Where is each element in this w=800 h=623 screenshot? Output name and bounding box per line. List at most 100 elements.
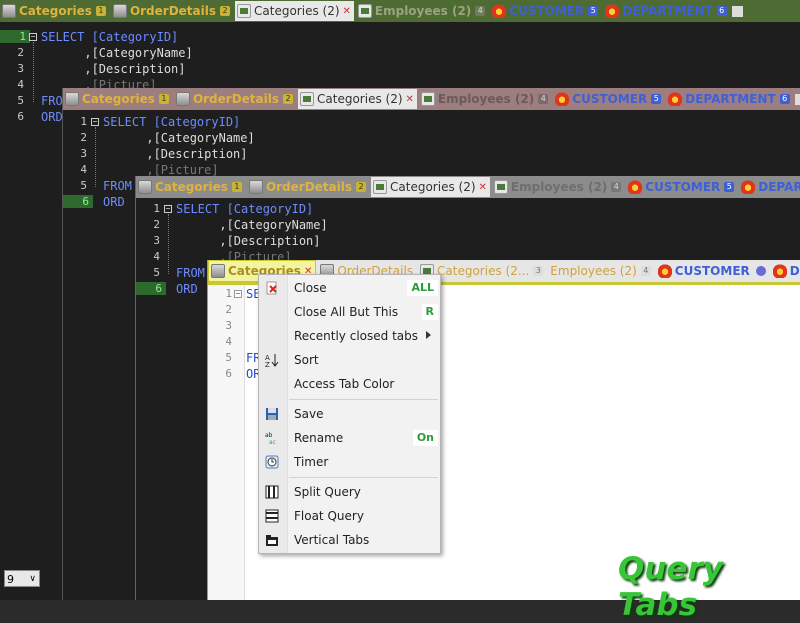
save-icon bbox=[265, 407, 279, 421]
menu-separator bbox=[289, 399, 438, 400]
sqlite-icon bbox=[493, 180, 508, 194]
tab-employees-2[interactable]: Employees (2) 4 bbox=[356, 1, 488, 21]
code-line: FROM bbox=[176, 266, 205, 280]
tab-department[interactable]: D bbox=[771, 261, 800, 281]
firebird-icon bbox=[605, 4, 620, 18]
menu-separator bbox=[289, 477, 438, 478]
line-gutter: 1 2 3 4 5 6 bbox=[63, 113, 93, 600]
menu-item-close[interactable]: Close ALL bbox=[259, 277, 440, 299]
line-gutter: 1 2 3 4 5 6 bbox=[0, 28, 30, 600]
sqlite-icon bbox=[237, 4, 252, 18]
menu-item-rename[interactable]: ab ac Rename On bbox=[259, 427, 440, 449]
tab-employees-2[interactable]: Employees (2) 4 bbox=[492, 177, 624, 197]
firebird-icon bbox=[555, 92, 570, 106]
firebird-icon bbox=[492, 4, 507, 18]
tab-categories[interactable]: Categories 1 bbox=[0, 1, 109, 21]
chevron-down-icon: ∨ bbox=[29, 574, 36, 584]
tab-categories-2[interactable]: Categories (2) ✕ bbox=[235, 1, 354, 21]
database-icon bbox=[248, 180, 263, 194]
code-line: SELECT [CategoryID] bbox=[41, 30, 179, 44]
sqlite-icon bbox=[420, 92, 435, 106]
tab-color-dot bbox=[755, 266, 766, 276]
database-icon bbox=[2, 4, 16, 18]
tab-categories-2[interactable]: Categories (2) ✕ bbox=[371, 177, 490, 197]
tab-categories-2[interactable]: Categories (2) ✕ bbox=[298, 89, 417, 109]
submenu-arrow-icon bbox=[426, 331, 431, 339]
float-icon bbox=[265, 509, 279, 523]
code-line: SELECT [CategoryID] bbox=[176, 202, 314, 216]
tab-customer[interactable]: CUSTOMER bbox=[656, 261, 769, 281]
fold-toggle-icon[interactable]: − bbox=[234, 290, 242, 298]
tab-orderdetails[interactable]: OrderDetails 2 bbox=[111, 1, 233, 21]
fold-toggle-icon[interactable]: − bbox=[91, 118, 99, 126]
tab-department[interactable]: DEPARTMENT bbox=[739, 177, 800, 197]
tab-bar: Categories 1 OrderDetails 2 Categories (2)… bbox=[136, 176, 800, 198]
menu-item-timer[interactable]: Timer bbox=[259, 451, 440, 473]
code-line: ,[Description] bbox=[103, 147, 248, 161]
menu-item-access-tab-color[interactable]: Access Tab Color bbox=[259, 373, 440, 395]
tab-department[interactable]: DEPARTMENT 6 bbox=[666, 89, 800, 109]
code-line: SELECT [CategoryID] bbox=[103, 115, 241, 129]
tab-department[interactable]: DEPARTMENT 6 bbox=[603, 1, 745, 21]
code-line: ,[CategoryName] bbox=[41, 46, 193, 60]
fold-toggle-icon[interactable]: − bbox=[29, 33, 37, 41]
line-gutter: 1 2 3 4 5 6 bbox=[136, 200, 166, 600]
rename-icon: ab ac bbox=[265, 431, 279, 446]
tab-orderdetails[interactable]: OrderDetails 2 bbox=[174, 89, 296, 109]
svg-text:Z: Z bbox=[265, 361, 270, 367]
menu-item-recently-closed-tabs[interactable]: Recently closed tabs bbox=[259, 325, 440, 347]
tab-context-menu: Close ALL Close All But This R Recently … bbox=[258, 274, 441, 554]
code-line: ,[Description] bbox=[41, 62, 186, 76]
close-icon[interactable]: ✕ bbox=[479, 182, 487, 193]
close-tab-icon bbox=[265, 281, 279, 295]
firebird-icon bbox=[741, 180, 756, 194]
menu-item-save[interactable]: Save bbox=[259, 403, 440, 425]
tab-orderdetails[interactable]: OrderDetails 2 bbox=[247, 177, 369, 197]
tab-customer[interactable]: CUSTOMER 5 bbox=[490, 1, 601, 21]
tab-employees-2[interactable]: Employees (2) 4 bbox=[548, 261, 654, 281]
code-line: FROM bbox=[103, 179, 132, 193]
product-logo-text: Query Tabs bbox=[618, 551, 723, 623]
code-line: ,[Description] bbox=[176, 234, 321, 248]
tab-employees-2[interactable]: Employees (2) 4 bbox=[419, 89, 551, 109]
line-gutter: 1 2 3 4 5 6 bbox=[208, 285, 245, 600]
code-line: ,[Picture] bbox=[103, 163, 219, 177]
code-line: ORD bbox=[41, 110, 63, 124]
menu-item-sort[interactable]: AZ Sort bbox=[259, 349, 440, 371]
menu-item-vertical-tabs[interactable]: Vertical Tabs bbox=[259, 529, 440, 551]
fold-toggle-icon[interactable]: − bbox=[164, 205, 172, 213]
tab-menu-icon[interactable] bbox=[731, 5, 743, 17]
timer-icon bbox=[265, 455, 279, 469]
menu-item-split-query[interactable]: Split Query bbox=[259, 481, 440, 503]
database-icon bbox=[112, 4, 127, 18]
vertical-tabs-icon bbox=[265, 533, 279, 547]
sort-az-icon: AZ bbox=[265, 353, 279, 369]
tab-bar: Categories 1 OrderDetails 2 Categories (2)… bbox=[63, 88, 800, 110]
sqlite-icon bbox=[373, 180, 388, 194]
close-icon[interactable]: ✕ bbox=[343, 6, 351, 17]
database-icon bbox=[65, 92, 79, 106]
code-line: ,[CategoryName] bbox=[176, 218, 328, 232]
firebird-icon bbox=[657, 264, 672, 278]
sqlite-icon bbox=[300, 92, 315, 106]
menu-item-float-query[interactable]: Float Query bbox=[259, 505, 440, 527]
firebird-icon bbox=[628, 180, 643, 194]
tab-customer[interactable]: CUSTOMER 5 bbox=[553, 89, 664, 109]
tab-customer[interactable]: CUSTOMER 5 bbox=[626, 177, 737, 197]
tab-categories[interactable]: Categories 1 bbox=[136, 177, 245, 197]
tab-bar: Categories 1 OrderDetails 2 Categories (2)… bbox=[0, 0, 800, 22]
tab-menu-icon[interactable] bbox=[794, 93, 800, 105]
svg-text:ab: ab bbox=[265, 432, 273, 439]
menu-item-close-all-but-this[interactable]: Close All But This R bbox=[259, 301, 440, 323]
firebird-icon bbox=[772, 264, 787, 278]
database-icon bbox=[138, 180, 152, 194]
sqlite-icon bbox=[357, 4, 372, 18]
code-line: ORD bbox=[176, 282, 198, 296]
zoom-select[interactable]: 9 ∨ bbox=[4, 570, 40, 587]
tab-categories[interactable]: Categories 1 bbox=[63, 89, 172, 109]
close-icon[interactable]: ✕ bbox=[406, 94, 414, 105]
code-line: ORD bbox=[103, 195, 125, 209]
database-icon bbox=[211, 264, 225, 278]
firebird-icon bbox=[668, 92, 683, 106]
svg-text:ac: ac bbox=[269, 439, 276, 445]
